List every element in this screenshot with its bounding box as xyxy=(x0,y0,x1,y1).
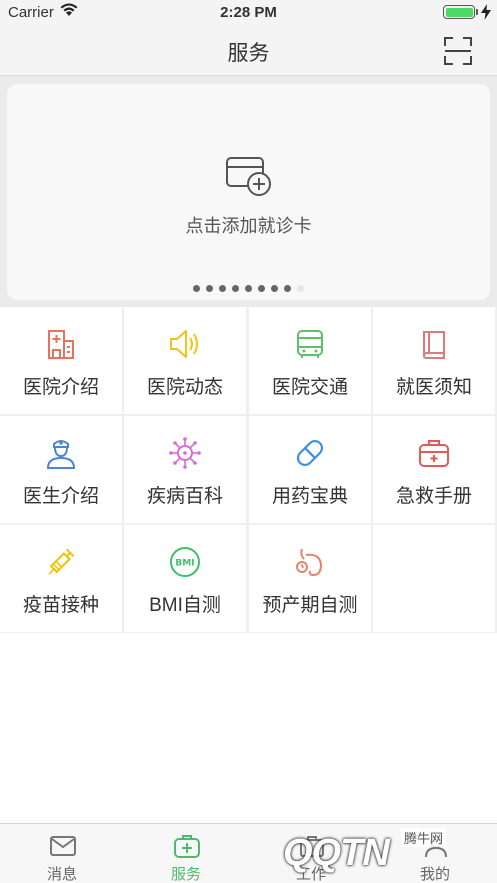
tab-label: 服务 xyxy=(170,866,201,883)
service-label: 用药宝典 xyxy=(271,486,348,507)
page-indicator[interactable] xyxy=(7,285,490,293)
pregnancy-icon xyxy=(296,548,323,577)
doctor-icon xyxy=(46,440,76,469)
watermark-text: 腾牛网 xyxy=(401,828,447,847)
page-title: 服务 xyxy=(227,42,270,65)
service-hospital-intro[interactable]: 医院介绍 xyxy=(0,307,122,414)
tab-messages[interactable]: 消息 xyxy=(0,824,124,883)
page-dot[interactable] xyxy=(193,285,200,292)
page-dot[interactable] xyxy=(297,285,304,292)
service-disease-wiki[interactable]: 疾病百科 xyxy=(124,416,246,523)
speaker-icon xyxy=(170,330,198,358)
hospital-icon xyxy=(48,330,74,359)
service-doctor-intro[interactable]: 医生介绍 xyxy=(0,416,122,523)
bmi-icon: BMI xyxy=(170,547,200,577)
service-label: 急救手册 xyxy=(395,486,472,507)
page-dot[interactable] xyxy=(219,285,226,292)
status-bar: Carrier 2:28 PM xyxy=(0,0,497,26)
syringe-icon xyxy=(48,548,75,575)
service-label: 医院交通 xyxy=(271,377,348,398)
service-due-date-test[interactable]: 预产期自测 xyxy=(249,525,371,632)
service-label: BMI自测 xyxy=(149,595,221,616)
tab-label: 消息 xyxy=(46,866,77,883)
pill-icon xyxy=(296,439,324,467)
navigation-bar: 服务 xyxy=(0,26,497,76)
battery-icon xyxy=(443,5,475,19)
first-aid-icon xyxy=(419,440,449,467)
service-label: 预产期自测 xyxy=(262,595,358,616)
service-label: 疫苗接种 xyxy=(22,595,99,616)
service-label: 医院介绍 xyxy=(22,377,99,398)
service-label: 疾病百科 xyxy=(146,486,223,507)
virus-icon xyxy=(169,437,201,469)
service-label: 医生介绍 xyxy=(22,486,99,507)
page-dot[interactable] xyxy=(284,285,291,292)
service-hospital-transport[interactable]: 医院交通 xyxy=(249,307,371,414)
status-time: 2:28 PM xyxy=(220,4,277,21)
bus-icon xyxy=(297,330,323,358)
page-dot[interactable] xyxy=(206,285,213,292)
service-label: 医院动态 xyxy=(146,377,223,398)
book-icon xyxy=(423,331,445,359)
add-card-icon xyxy=(226,157,271,196)
page-dot[interactable] xyxy=(245,285,252,292)
service-vaccination[interactable]: 疫苗接种 xyxy=(0,525,122,632)
watermark-logo: QQTN xyxy=(283,832,390,874)
add-card-label: 点击添加就诊卡 xyxy=(185,216,312,236)
service-medical-notice[interactable]: 就医须知 xyxy=(373,307,495,414)
battery-cap xyxy=(476,9,478,15)
watermark: QQTN 腾牛网 xyxy=(283,828,493,883)
tab-services[interactable]: 服务 xyxy=(124,824,248,883)
page-dot[interactable] xyxy=(232,285,239,292)
medical-kit-icon xyxy=(174,835,200,858)
service-first-aid[interactable]: 急救手册 xyxy=(373,416,495,523)
service-label: 就医须知 xyxy=(395,377,472,398)
page-dot[interactable] xyxy=(258,285,265,292)
service-bmi-test[interactable]: BMI BMI自测 xyxy=(124,525,246,632)
service-hospital-news[interactable]: 医院动态 xyxy=(124,307,246,414)
add-card-banner[interactable]: 点击添加就诊卡 xyxy=(7,84,490,300)
svg-text:BMI: BMI xyxy=(175,559,194,569)
message-icon xyxy=(50,836,76,856)
scan-icon[interactable] xyxy=(443,36,473,66)
page-dot[interactable] xyxy=(271,285,278,292)
service-drug-guide[interactable]: 用药宝典 xyxy=(249,416,371,523)
service-grid: 医院介绍 医院动态 医院交通 就医须知 医生介绍 疾病百科 用药宝典 急救手册 … xyxy=(0,307,497,633)
empty-cell xyxy=(373,525,495,632)
charging-icon xyxy=(481,4,491,20)
